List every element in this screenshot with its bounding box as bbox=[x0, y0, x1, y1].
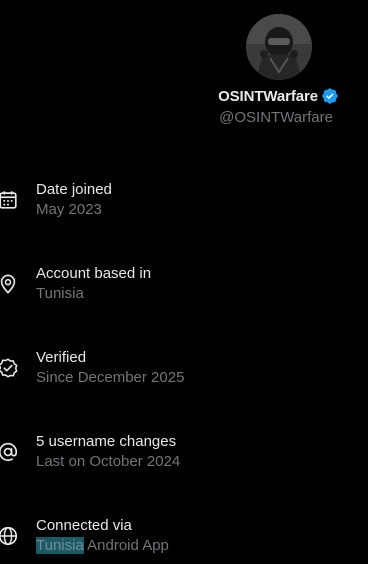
display-name[interactable]: OSINTWarfare bbox=[218, 88, 318, 105]
verified-badge-icon[interactable] bbox=[321, 87, 339, 105]
about-item-connected-via: Connected via Tunisia Android App bbox=[0, 517, 368, 561]
display-name-row: OSINTWarfare bbox=[218, 87, 339, 105]
selected-text-highlight[interactable]: Tunisia bbox=[36, 537, 84, 554]
username-handle[interactable]: @OSINTWarfare bbox=[219, 109, 333, 126]
calendar-icon bbox=[0, 191, 17, 209]
profile-header: OSINTWarfare @OSINTWarfare bbox=[0, 0, 368, 140]
about-item-value: Tunisia Android App bbox=[36, 537, 169, 554]
about-item-label: Verified bbox=[36, 349, 87, 366]
avatar[interactable] bbox=[246, 14, 312, 80]
about-item-verified: Verified Since December 2025 bbox=[0, 349, 368, 393]
about-item-value: Tunisia bbox=[36, 285, 84, 302]
about-item-account-based-in: Account based in Tunisia bbox=[0, 265, 368, 309]
location-pin-icon bbox=[0, 274, 16, 294]
verified-check-icon bbox=[0, 358, 18, 378]
at-sign-icon bbox=[0, 442, 18, 462]
about-item-value: Last on October 2024 bbox=[36, 453, 181, 470]
about-item-date-joined: Date joined May 2023 bbox=[0, 181, 368, 225]
about-item-value: May 2023 bbox=[36, 201, 102, 218]
about-item-label: Connected via bbox=[36, 517, 132, 534]
about-item-label: Date joined bbox=[36, 181, 112, 198]
about-item-value: Since December 2025 bbox=[36, 369, 185, 386]
about-item-label: Account based in bbox=[36, 265, 152, 282]
globe-icon bbox=[0, 526, 18, 546]
about-item-value-rest: Android App bbox=[83, 537, 169, 554]
about-item-username-changes: 5 username changes Last on October 2024 bbox=[0, 433, 368, 477]
about-item-label: 5 username changes bbox=[36, 433, 177, 450]
